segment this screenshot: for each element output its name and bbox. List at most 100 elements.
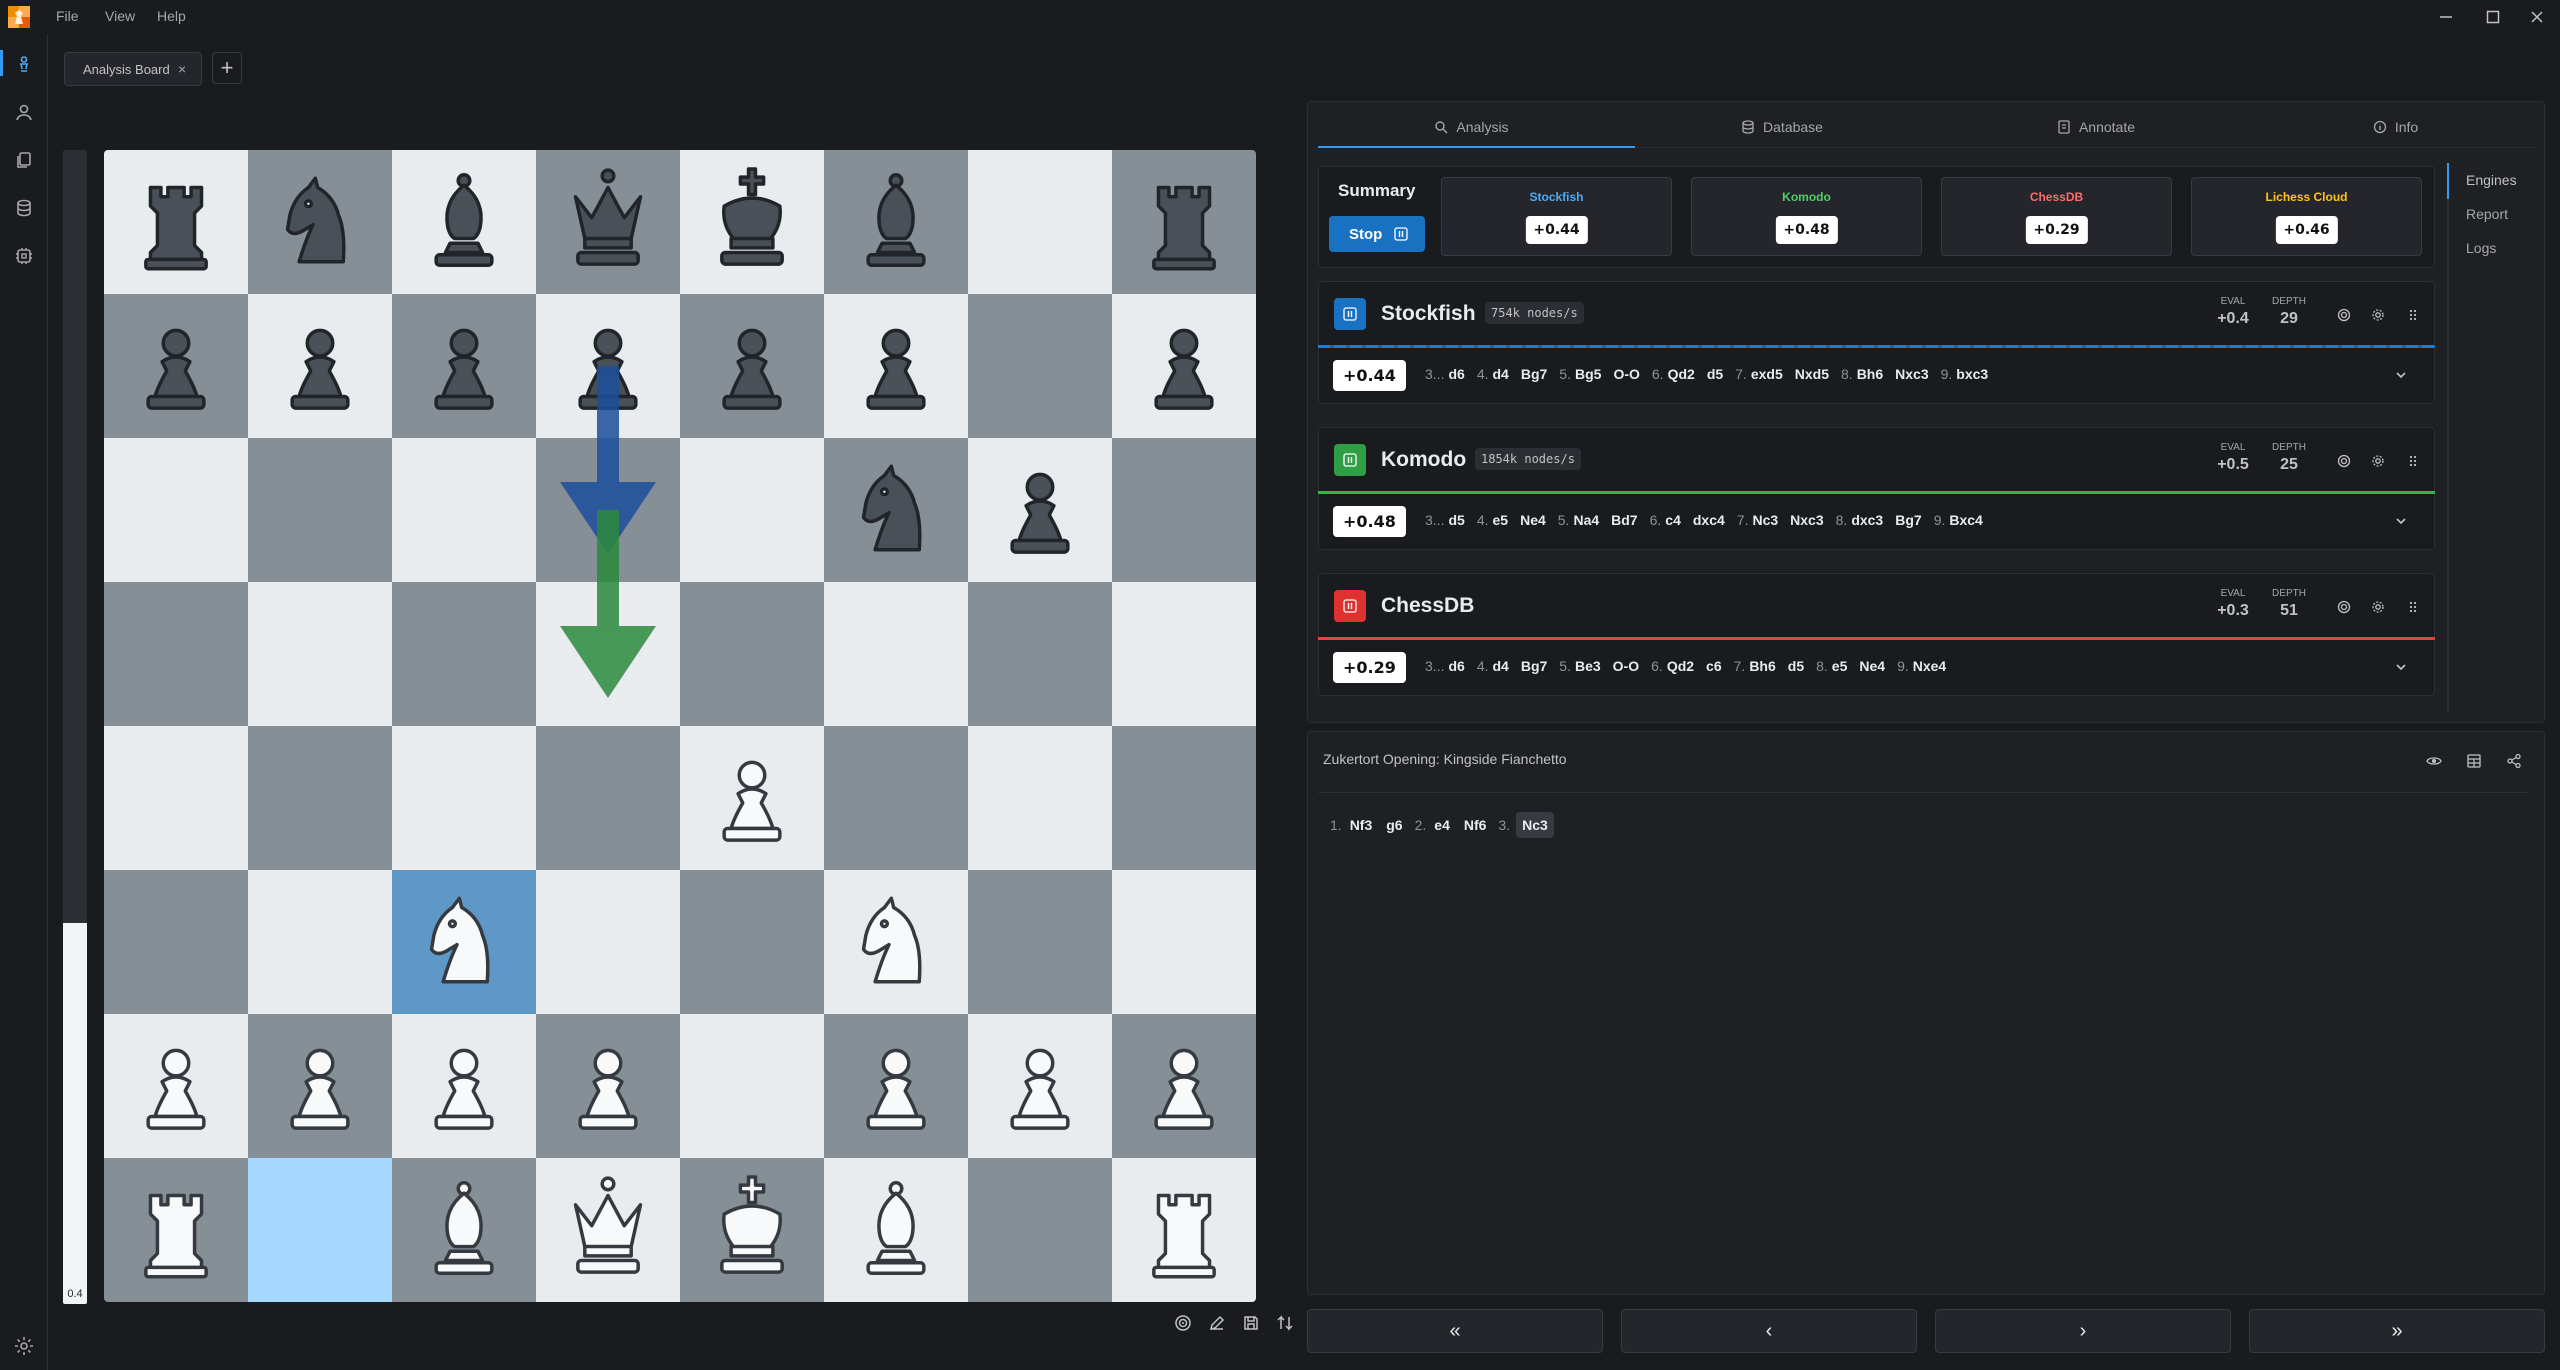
pv-move[interactable]: Bg7: [1521, 658, 1547, 674]
pv-move[interactable]: c6: [1706, 658, 1722, 674]
square-g3[interactable]: [968, 870, 1112, 1014]
square-h3[interactable]: [1112, 870, 1256, 1014]
square-d6[interactable]: [536, 438, 680, 582]
square-b4[interactable]: [248, 726, 392, 870]
white-rook-a1[interactable]: [118, 1170, 234, 1286]
chevron-down-icon[interactable]: [2392, 658, 2410, 676]
notation-toggle-view-button[interactable]: [2423, 750, 2445, 772]
pv-move[interactable]: O-O: [1613, 658, 1639, 674]
pv-move[interactable]: Bg5: [1575, 366, 1601, 382]
pv-move[interactable]: Nxe4: [1913, 658, 1946, 674]
side-nav-logs[interactable]: Logs: [2466, 240, 2496, 256]
tab-analysis[interactable]: Analysis: [1318, 104, 1625, 150]
pv-move[interactable]: Bg7: [1521, 366, 1547, 382]
black-pawn-h7[interactable]: [1126, 306, 1242, 422]
chess-board[interactable]: [104, 150, 1256, 1302]
pv-move[interactable]: d5: [1448, 512, 1464, 528]
notation-move[interactable]: Nf3: [1348, 812, 1375, 838]
white-knight-f3[interactable]: [838, 882, 954, 998]
black-queen-d8[interactable]: [550, 162, 666, 278]
notation-move[interactable]: Nc3: [1516, 812, 1554, 838]
square-b3[interactable]: [248, 870, 392, 1014]
black-pawn-f7[interactable]: [838, 306, 954, 422]
square-e5[interactable]: [680, 582, 824, 726]
engine-drag-handle[interactable]: [2402, 450, 2424, 472]
close-window-button[interactable]: [2517, 4, 2557, 30]
board-flip-button[interactable]: [1271, 1309, 1299, 1337]
pv-move[interactable]: O-O: [1613, 366, 1639, 382]
square-g4[interactable]: [968, 726, 1112, 870]
user-nav-icon[interactable]: [12, 100, 36, 124]
board-save-button[interactable]: [1237, 1309, 1265, 1337]
black-rook-a8[interactable]: [118, 162, 234, 278]
square-h6[interactable]: [1112, 438, 1256, 582]
white-knight-c3[interactable]: [406, 882, 522, 998]
pv-move[interactable]: d5: [1788, 658, 1804, 674]
pv-move[interactable]: dxc4: [1693, 512, 1725, 528]
maximize-button[interactable]: [2473, 4, 2513, 30]
engine-target-button[interactable]: [2333, 596, 2355, 618]
square-d5[interactable]: [536, 582, 680, 726]
square-c6[interactable]: [392, 438, 536, 582]
black-pawn-c7[interactable]: [406, 306, 522, 422]
tab-info[interactable]: Info: [2253, 104, 2538, 150]
white-king-e1[interactable]: [694, 1170, 810, 1286]
engine-settings-button[interactable]: [2367, 596, 2389, 618]
engine-pv-row[interactable]: +0.29 3... d6 4. d4 Bg7 5. Be3 O-O 6. Qd2 c6 7. Bh6 d…: [1318, 640, 2435, 696]
tab-annotate[interactable]: Annotate: [1939, 104, 2253, 150]
square-g7[interactable]: [968, 294, 1112, 438]
square-a5[interactable]: [104, 582, 248, 726]
engine-toggle-button[interactable]: [1334, 590, 1366, 622]
white-pawn-e4[interactable]: [694, 738, 810, 854]
square-h5[interactable]: [1112, 582, 1256, 726]
notation-table-button[interactable]: [2463, 750, 2485, 772]
black-bishop-c8[interactable]: [406, 162, 522, 278]
white-rook-h1[interactable]: [1126, 1170, 1242, 1286]
square-e2[interactable]: [680, 1014, 824, 1158]
square-g5[interactable]: [968, 582, 1112, 726]
black-pawn-a7[interactable]: [118, 306, 234, 422]
menu-help[interactable]: Help: [157, 8, 186, 24]
square-g1[interactable]: [968, 1158, 1112, 1302]
chevron-down-icon[interactable]: [2392, 512, 2410, 530]
pv-move[interactable]: Bg7: [1895, 512, 1921, 528]
white-pawn-h2[interactable]: [1126, 1026, 1242, 1142]
black-pawn-b7[interactable]: [262, 306, 378, 422]
white-pawn-f2[interactable]: [838, 1026, 954, 1142]
files-nav-icon[interactable]: [12, 148, 36, 172]
square-c4[interactable]: [392, 726, 536, 870]
square-h4[interactable]: [1112, 726, 1256, 870]
white-pawn-b2[interactable]: [262, 1026, 378, 1142]
chevron-down-icon[interactable]: [2392, 366, 2410, 384]
settings-gear-icon[interactable]: [12, 1334, 36, 1358]
square-e6[interactable]: [680, 438, 824, 582]
notation-move[interactable]: e4: [1432, 812, 1452, 838]
square-a3[interactable]: [104, 870, 248, 1014]
square-b5[interactable]: [248, 582, 392, 726]
square-b1[interactable]: [248, 1158, 392, 1302]
pv-move[interactable]: d4: [1493, 366, 1509, 382]
pv-move[interactable]: Nxd5: [1795, 366, 1829, 382]
pv-move[interactable]: Nxc3: [1790, 512, 1823, 528]
square-d4[interactable]: [536, 726, 680, 870]
pv-move[interactable]: exd5: [1751, 366, 1783, 382]
engine-settings-button[interactable]: [2367, 450, 2389, 472]
pv-move[interactable]: Nc3: [1752, 512, 1778, 528]
previous-move-button[interactable]: ‹: [1621, 1309, 1917, 1353]
tab-database[interactable]: Database: [1625, 104, 1939, 150]
first-move-button[interactable]: «: [1307, 1309, 1603, 1353]
pv-move[interactable]: dxc3: [1851, 512, 1883, 528]
pv-move[interactable]: Ne4: [1859, 658, 1885, 674]
black-knight-f6[interactable]: [838, 450, 954, 566]
menu-file[interactable]: File: [56, 8, 79, 24]
notation-move[interactable]: g6: [1384, 812, 1404, 838]
last-move-button[interactable]: »: [2249, 1309, 2545, 1353]
pv-move[interactable]: c4: [1665, 512, 1681, 528]
black-bishop-f8[interactable]: [838, 162, 954, 278]
engine-toggle-button[interactable]: [1334, 298, 1366, 330]
engine-nav-icon[interactable]: [12, 244, 36, 268]
pv-move[interactable]: d6: [1448, 366, 1464, 382]
pv-move[interactable]: Bd7: [1611, 512, 1637, 528]
black-pawn-g6[interactable]: [982, 450, 1098, 566]
engine-pv-row[interactable]: +0.44 3... d6 4. d4 Bg7 5. Bg5 O-O 6. Qd2 d5 7. exd5…: [1318, 348, 2435, 404]
